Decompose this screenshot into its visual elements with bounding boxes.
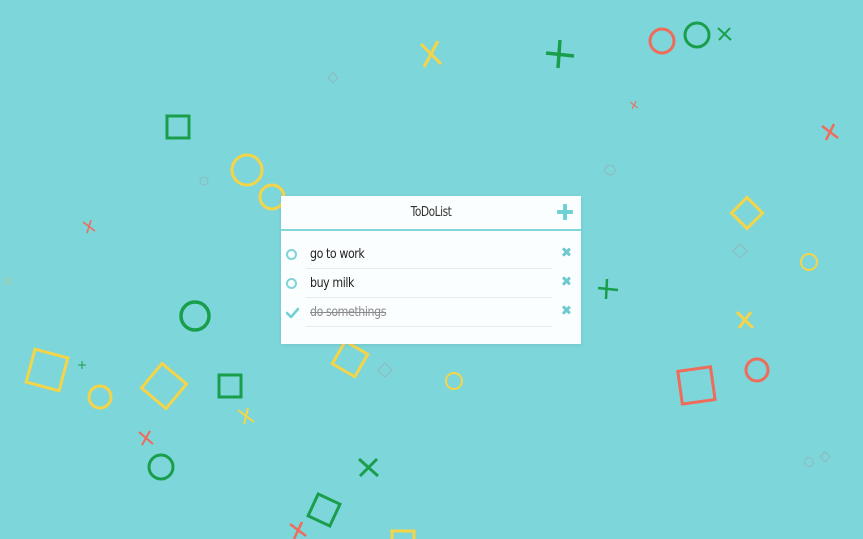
todo-label-row[interactable]: buy milk [306, 270, 552, 298]
todo-label-row[interactable]: do somethings [306, 299, 552, 327]
green-x-shape [357, 457, 380, 478]
faint-circle-shape [199, 176, 209, 186]
faint-circle-shape [804, 457, 814, 467]
yellow-square-shape [24, 347, 70, 393]
green-x-shape [717, 27, 732, 41]
close-icon[interactable] [561, 276, 571, 286]
faint-square-shape [327, 72, 339, 84]
yellow-square-shape [729, 195, 765, 231]
todo-header: ToDoList [281, 196, 581, 231]
yellow-square-shape [139, 361, 189, 411]
red-circle-shape [744, 357, 770, 383]
todo-list: go to work buy milk do somethings [281, 231, 581, 327]
yellow-circle-shape [445, 372, 463, 390]
red-x-shape [821, 123, 839, 141]
red-x-shape [629, 100, 639, 110]
green-square-shape [306, 492, 342, 528]
green-square-shape [165, 114, 191, 140]
green-plus-shape [78, 361, 86, 369]
faint-square-shape [377, 362, 393, 378]
todo-item: buy milk [281, 268, 581, 298]
yellow-square-shape [330, 339, 370, 379]
faint-circle-shape [604, 164, 616, 176]
yellow-circle-shape [800, 253, 818, 271]
todo-item: do somethings [281, 297, 581, 327]
green-plus-shape [545, 39, 575, 69]
circle-icon[interactable] [286, 249, 297, 260]
red-square-shape [676, 365, 717, 406]
red-x-shape [82, 219, 96, 234]
faint-x-shape [2, 276, 13, 286]
todo-panel: ToDoList go to work buy milk do somethin… [281, 196, 581, 344]
yellow-circle-shape [230, 153, 264, 187]
green-plus-shape [597, 278, 619, 300]
red-x-shape [138, 430, 154, 446]
faint-square-shape [819, 451, 831, 463]
app-title: ToDoList [410, 205, 452, 220]
yellow-circle-shape [87, 384, 113, 410]
green-circle-shape [147, 453, 175, 481]
yellow-x-shape [419, 40, 443, 68]
green-circle-shape [179, 300, 211, 332]
faint-square-shape [732, 243, 748, 259]
todo-item: go to work [281, 239, 581, 269]
todo-label: buy milk [310, 276, 354, 291]
red-x-shape [289, 521, 307, 539]
green-square-shape [217, 373, 243, 399]
yellow-x-shape [237, 407, 255, 425]
yellow-square-shape [390, 529, 416, 539]
todo-label: do somethings [310, 305, 387, 320]
plus-icon[interactable] [557, 204, 573, 220]
todo-label: go to work [310, 247, 365, 262]
close-icon[interactable] [561, 305, 571, 315]
circle-icon[interactable] [286, 278, 297, 289]
red-circle-shape [648, 27, 676, 55]
close-icon[interactable] [561, 247, 571, 257]
todo-label-row[interactable]: go to work [306, 241, 552, 269]
checkmark-icon[interactable] [286, 307, 299, 319]
green-circle-shape [683, 21, 711, 49]
yellow-x-shape [735, 310, 755, 330]
